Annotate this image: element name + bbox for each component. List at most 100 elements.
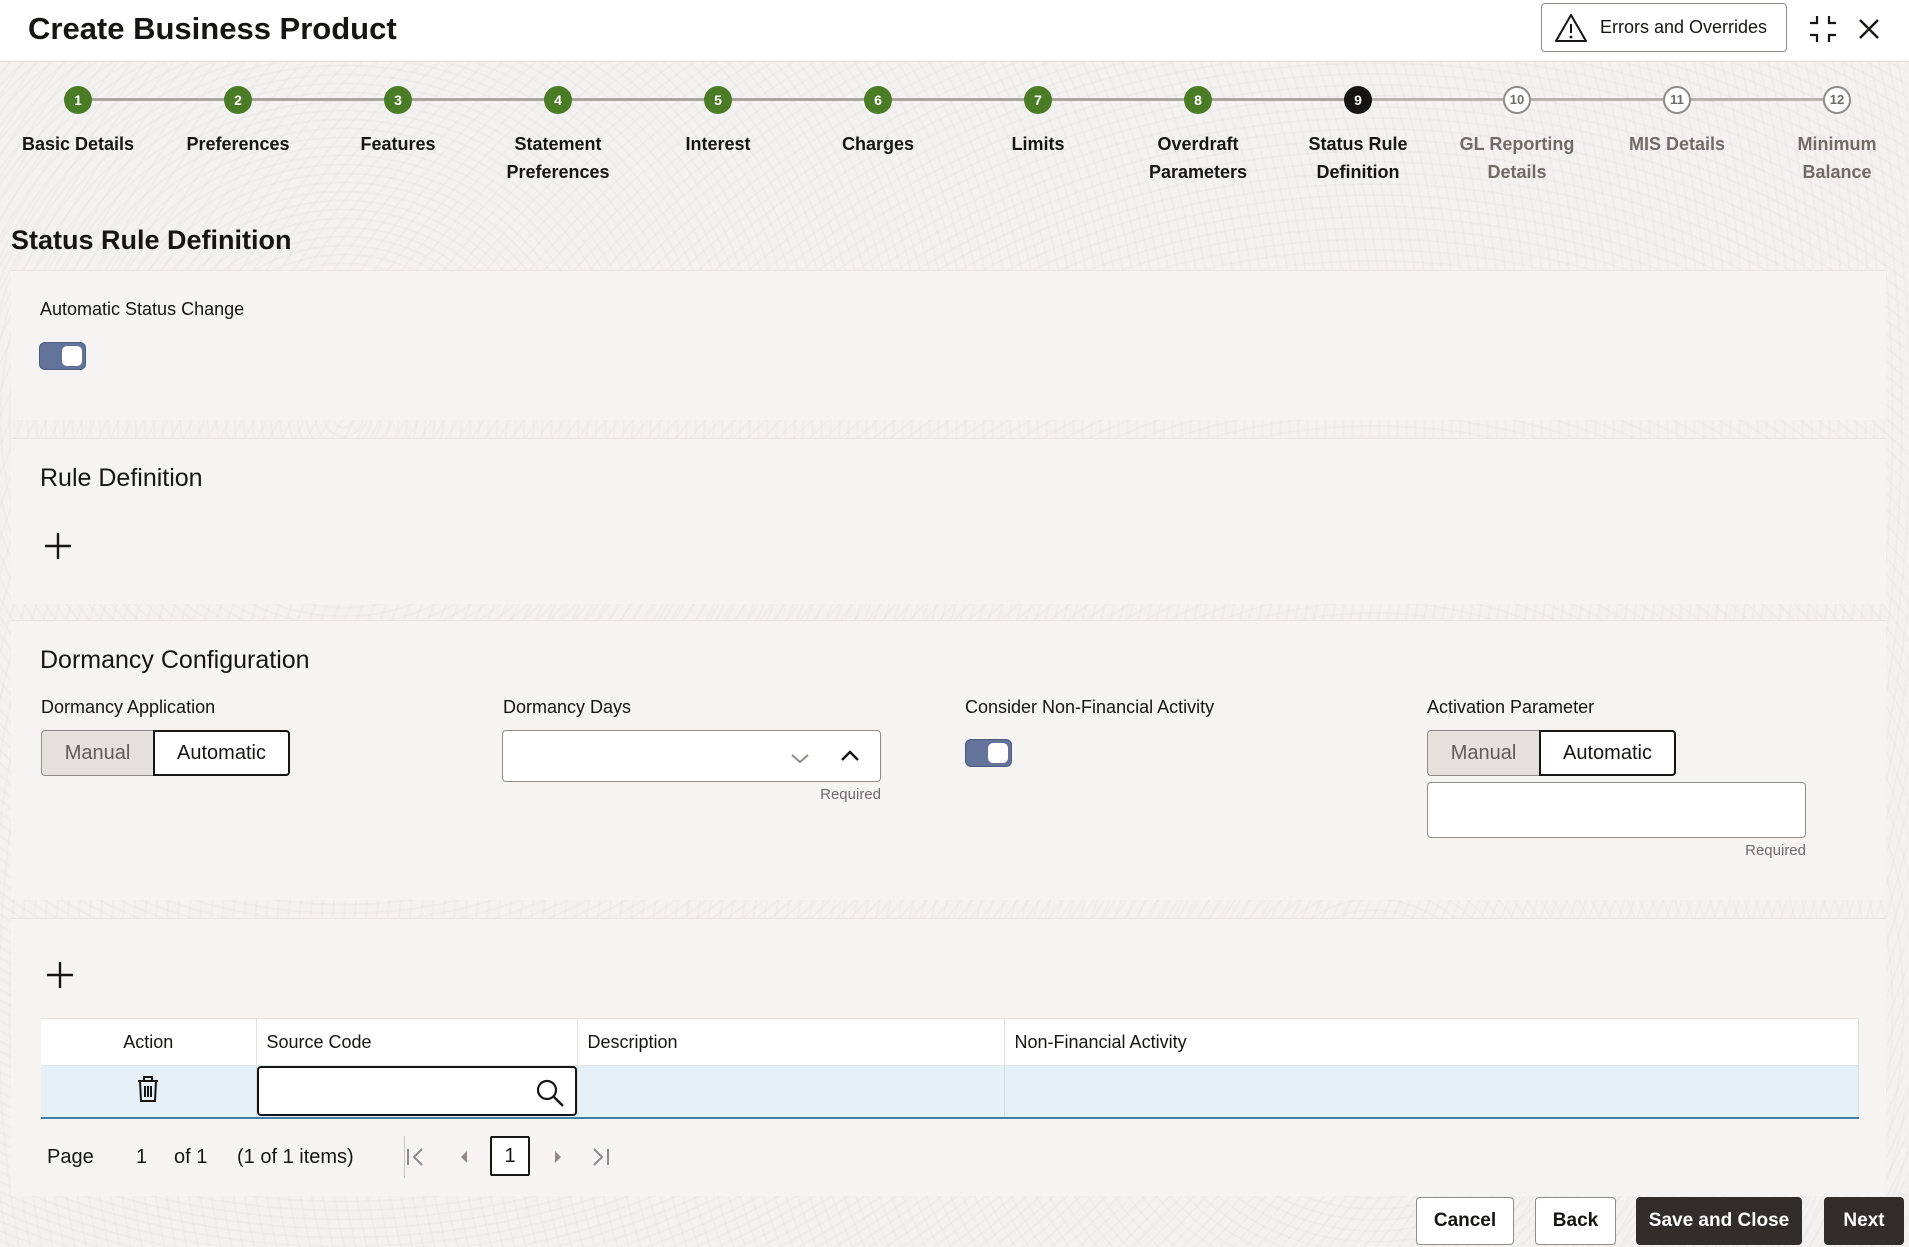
chevron-up-icon[interactable] — [839, 745, 861, 767]
dormancy-configuration-title: Dormancy Configuration — [40, 646, 310, 674]
activation-parameter-helper: Required — [1745, 842, 1806, 859]
step-11-label: MIS Details — [1628, 134, 1726, 154]
activation-parameter-manual-option[interactable]: Manual — [1427, 730, 1539, 776]
source-code-table: Action Source Code Description Non-Finan… — [41, 1018, 1859, 1119]
step-4-label: Statement Preferences — [506, 134, 610, 182]
dormancy-application-label: Dormancy Application — [41, 697, 216, 717]
activation-parameter-segmented: Manual Automatic — [1427, 730, 1676, 776]
chevron-down-icon[interactable] — [789, 747, 811, 769]
step-6-label: Charges — [841, 134, 915, 154]
step-8[interactable]: 8 Overdraft Parameters — [1118, 78, 1278, 186]
dormancy-days-label: Dormancy Days — [503, 697, 632, 717]
step-4[interactable]: 4 Statement Preferences — [478, 78, 638, 186]
next-page-icon[interactable] — [545, 1144, 571, 1170]
page-header-title: Create Business Product — [28, 11, 397, 46]
activation-parameter-input[interactable] — [1427, 782, 1806, 838]
step-8-label: Overdraft Parameters — [1148, 134, 1248, 182]
dormancy-configuration-panel: Dormancy Configuration Dormancy Applicat… — [11, 620, 1886, 900]
step-7-label: Limits — [1011, 134, 1065, 154]
step-11[interactable]: 11 MIS Details — [1597, 78, 1757, 158]
step-9[interactable]: 9 Status Rule Definition — [1278, 78, 1438, 186]
items-count-label: (1 of 1 items) — [237, 1146, 354, 1168]
non-financial-activity-cell — [1004, 1065, 1859, 1119]
source-code-input[interactable] — [256, 1066, 577, 1117]
page-total-label: of 1 — [174, 1146, 208, 1168]
page-number-value[interactable]: 1 — [136, 1146, 147, 1169]
previous-page-icon[interactable] — [451, 1144, 477, 1170]
step-6[interactable]: 6 Charges — [798, 78, 958, 158]
consider-non-financial-activity-toggle[interactable] — [965, 739, 1012, 767]
column-header-source-code[interactable]: Source Code — [256, 1018, 578, 1066]
toggle-knob — [988, 743, 1008, 763]
step-5-label: Interest — [685, 134, 751, 154]
step-8-indicator: 8 — [1184, 86, 1212, 114]
activation-parameter-label: Activation Parameter — [1427, 697, 1595, 717]
activation-parameter-automatic-option[interactable]: Automatic — [1539, 730, 1676, 776]
close-icon[interactable] — [1852, 12, 1886, 46]
description-cell — [577, 1065, 1005, 1119]
column-header-description[interactable]: Description — [577, 1018, 1005, 1066]
step-1-label: Basic Details — [21, 134, 135, 154]
step-1[interactable]: 1 Basic Details — [0, 78, 158, 158]
errors-and-overrides-label: Errors and Overrides — [1600, 17, 1768, 37]
action-cell — [41, 1065, 257, 1119]
step-3[interactable]: 3 Features — [318, 78, 478, 158]
step-11-indicator: 11 — [1663, 86, 1691, 114]
step-2-indicator: 2 — [224, 86, 252, 114]
page-label: Page — [47, 1146, 94, 1168]
next-button[interactable]: Next — [1824, 1197, 1904, 1245]
step-3-label: Features — [360, 134, 436, 154]
save-and-close-button[interactable]: Save and Close — [1636, 1197, 1802, 1245]
automatic-status-change-toggle[interactable] — [39, 342, 86, 370]
step-3-indicator: 3 — [384, 86, 412, 114]
search-icon[interactable] — [535, 1078, 565, 1108]
toggle-knob — [62, 346, 82, 366]
step-12-label: Minimum Balance — [1797, 134, 1877, 182]
step-5[interactable]: 5 Interest — [638, 78, 798, 158]
train-stepper: 1 Basic Details 2 Preferences 3 Features 4 Stat… — [0, 78, 1909, 193]
column-header-non-financial-activity[interactable]: Non-Financial Activity — [1004, 1018, 1859, 1066]
cancel-button[interactable]: Cancel — [1416, 1197, 1514, 1245]
page-header: Create Business Product Errors and Overr… — [0, 0, 1909, 62]
step-2-label: Preferences — [186, 134, 290, 154]
table-header-row: Action Source Code Description Non-Finan… — [41, 1018, 1859, 1066]
step-4-indicator: 4 — [544, 86, 572, 114]
compress-icon[interactable] — [1806, 12, 1840, 46]
errors-and-overrides-button[interactable]: Errors and Overrides — [1541, 3, 1787, 52]
add-rule-plus-icon[interactable] — [42, 530, 74, 562]
step-7-indicator: 7 — [1024, 86, 1052, 114]
consider-non-financial-activity-label: Consider Non-Financial Activity — [965, 697, 1215, 717]
automatic-status-change-label: Automatic Status Change — [40, 299, 245, 319]
step-10-indicator: 10 — [1503, 86, 1531, 114]
step-9-indicator: 9 — [1344, 86, 1372, 114]
step-7[interactable]: 7 Limits — [958, 78, 1118, 158]
step-12-indicator: 12 — [1823, 86, 1851, 114]
step-5-indicator: 5 — [704, 86, 732, 114]
back-button[interactable]: Back — [1535, 1197, 1616, 1245]
trash-icon[interactable] — [134, 1074, 162, 1104]
step-10[interactable]: 10 GL Reporting Details — [1437, 78, 1597, 186]
page-title: Status Rule Definition — [11, 225, 292, 255]
warning-icon — [1555, 13, 1587, 42]
current-page-button[interactable]: 1 — [490, 1136, 530, 1176]
step-12[interactable]: 12 Minimum Balance — [1757, 78, 1909, 186]
add-source-code-plus-icon[interactable] — [44, 959, 76, 991]
dormancy-days-helper: Required — [820, 786, 881, 803]
automatic-status-panel: Automatic Status Change — [11, 270, 1886, 420]
rule-definition-panel: Rule Definition — [11, 438, 1886, 604]
step-6-indicator: 6 — [864, 86, 892, 114]
table-row[interactable] — [41, 1065, 1859, 1119]
source-code-cell — [256, 1065, 578, 1119]
step-9-label: Status Rule Definition — [1308, 134, 1408, 182]
step-1-indicator: 1 — [64, 86, 92, 114]
dormancy-application-automatic-option[interactable]: Automatic — [153, 730, 290, 776]
dormancy-application-manual-option[interactable]: Manual — [41, 730, 153, 776]
column-header-action: Action — [41, 1018, 257, 1066]
last-page-icon[interactable] — [587, 1144, 613, 1170]
rule-definition-title: Rule Definition — [40, 464, 203, 492]
dormancy-application-segmented: Manual Automatic — [41, 730, 290, 776]
step-2[interactable]: 2 Preferences — [158, 78, 318, 158]
first-page-icon[interactable] — [403, 1144, 429, 1170]
step-10-label: GL Reporting Details — [1459, 134, 1575, 182]
dormancy-days-select[interactable] — [502, 730, 881, 782]
